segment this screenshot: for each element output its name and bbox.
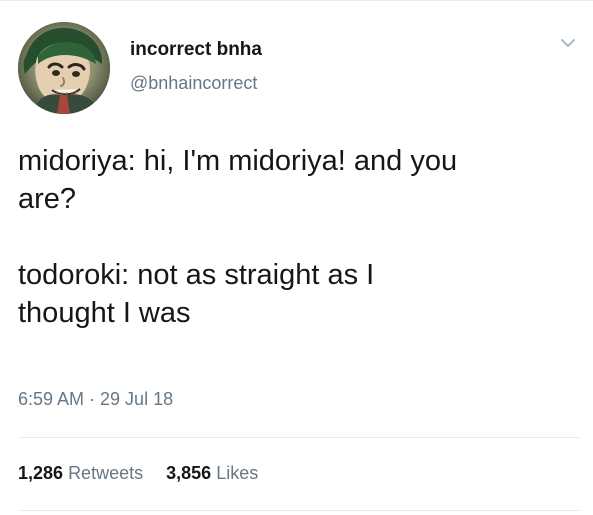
avatar-image [18,22,110,114]
tweet-paragraph-2-line-1: todoroki: not as straight as I [18,259,375,291]
tweet-card: incorrect bnha @bnhaincorrect midoriya: … [0,0,593,515]
avatar[interactable] [18,22,110,114]
tweet-timestamp[interactable]: 6:59 AM · 29 Jul 18 [18,388,173,410]
tweet-paragraph-1-line-1: midoriya: hi, I'm midoriya! and you [18,145,458,177]
likes-count: 3,856 [166,463,212,483]
stats-divider [18,510,580,511]
user-identity: incorrect bnha @bnhaincorrect [130,38,550,94]
retweets-label: Retweets [68,463,144,483]
tweet-paragraph-spacer [18,218,580,256]
likes-stat[interactable]: 3,856 Likes [166,462,258,484]
chevron-down-icon [561,39,575,47]
tweet-text: midoriya: hi, I'm midoriya! and you are?… [18,142,580,332]
tweet-paragraph-2-line-2: thought I was [18,297,191,329]
tweet-paragraph-1-line-2: are? [18,183,77,215]
likes-label: Likes [216,463,259,483]
tweet-stats: 1,286 Retweets 3,856 Likes [18,462,258,484]
user-handle[interactable]: @bnhaincorrect [130,72,550,94]
display-name[interactable]: incorrect bnha [130,38,550,61]
more-options-button[interactable] [559,34,577,52]
metadata-divider [18,437,580,438]
retweets-count: 1,286 [18,463,64,483]
retweets-stat[interactable]: 1,286 Retweets [18,462,143,484]
